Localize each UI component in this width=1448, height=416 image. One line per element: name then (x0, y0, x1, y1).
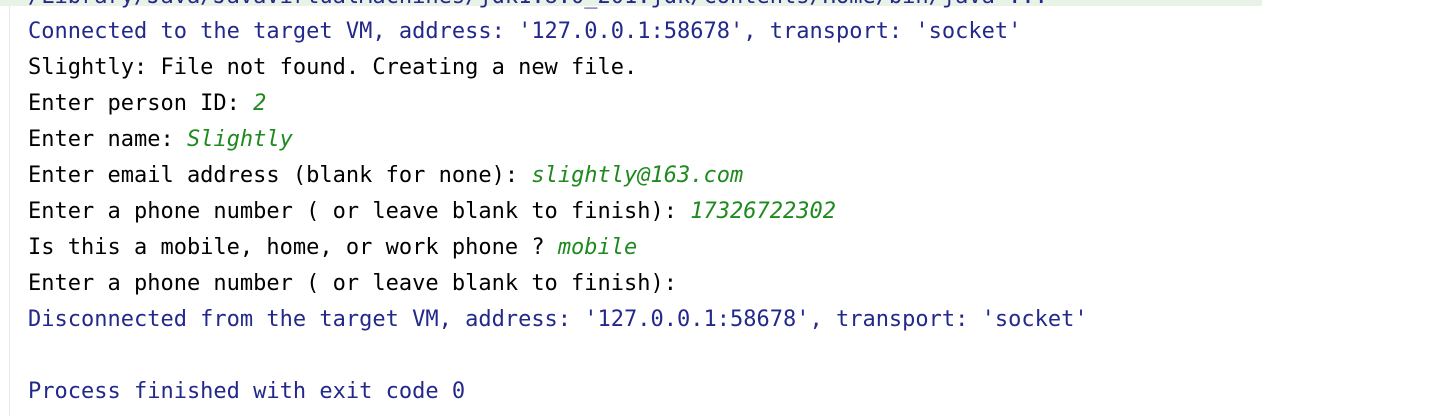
person-id-line: Enter person ID: 2 (28, 86, 1448, 122)
name-input: Slightly (186, 127, 293, 152)
email-line: Enter email address (blank for none): sl… (28, 158, 1448, 194)
connected-message: Connected to the target VM, address: '12… (28, 19, 1022, 44)
phone-type-prompt: Is this a mobile, home, or work phone ? (28, 235, 558, 260)
name-line: Enter name: Slightly (28, 122, 1448, 158)
disconnected-message: Disconnected from the target VM, address… (28, 307, 1088, 332)
email-input: slightly@163.com (531, 163, 744, 188)
phone-type-line: Is this a mobile, home, or work phone ? … (28, 230, 1448, 266)
phone-prompt: Enter a phone number ( or leave blank to… (28, 199, 691, 224)
console-output: Connected to the target VM, address: '12… (28, 14, 1448, 410)
email-prompt: Enter email address (blank for none): (28, 163, 532, 188)
person-id-prompt: Enter person ID: (28, 91, 254, 116)
run-console[interactable]: /Library/Java/JavaVirtualMachines/jdk1.8… (0, 0, 1448, 416)
phone-type-input: mobile (557, 235, 638, 260)
java-command-line: /Library/Java/JavaVirtualMachines/jdk1.8… (28, 0, 1048, 8)
phone-input: 17326722302 (690, 199, 836, 224)
phone-line: Enter a phone number ( or leave blank to… (28, 194, 1448, 230)
exit-code-message: Process finished with exit code 0 (28, 379, 466, 404)
name-prompt: Enter name: (28, 127, 187, 152)
person-id-input: 2 (253, 91, 267, 116)
file-not-found-message: Slightly: File not found. Creating a new… (28, 55, 638, 80)
phone-prompt-line-2: Enter a phone number ( or leave blank to… (28, 271, 678, 296)
console-gutter (0, 0, 10, 416)
